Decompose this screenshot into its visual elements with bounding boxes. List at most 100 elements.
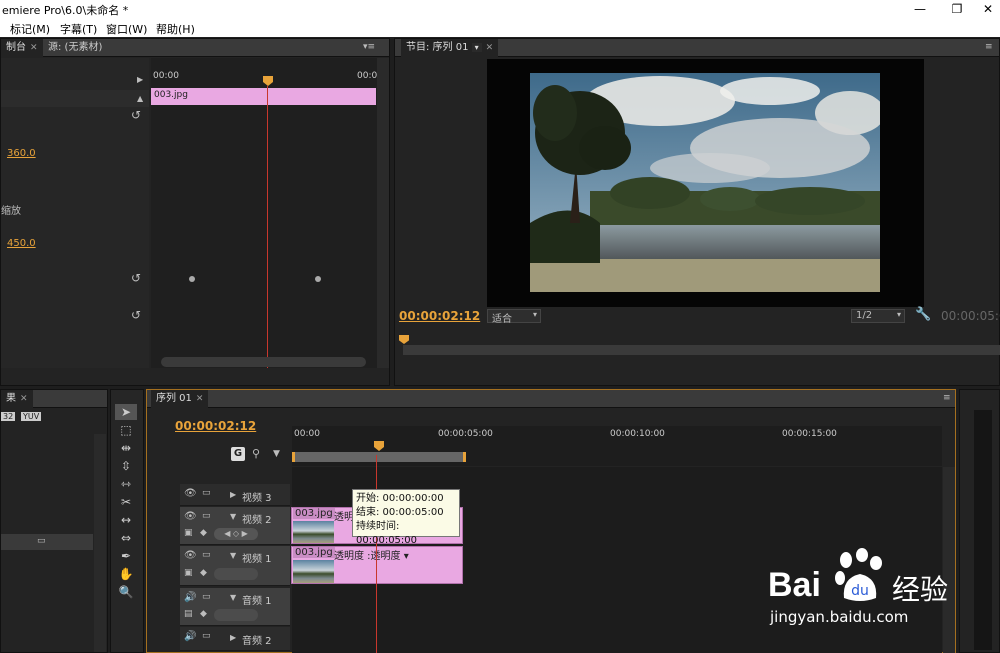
tab-sequence[interactable]: 序列 01 ✕ (151, 390, 209, 408)
ruler-label: 00:00 (294, 429, 320, 439)
effect-vertical-scrollbar[interactable] (377, 58, 389, 368)
effects-selected-row[interactable]: ▭ (1, 534, 93, 550)
keyframe-nav[interactable]: ◀ ◇ ▶ (214, 528, 258, 540)
lock-icon[interactable]: ▭ (202, 592, 211, 602)
collapse-up-icon[interactable]: ▲ (137, 94, 143, 103)
badge-32[interactable]: 32 (1, 412, 16, 421)
keyframe-nav[interactable] (214, 568, 258, 580)
keyframe-diamond-icon[interactable]: ◆ (200, 528, 207, 538)
time-end: 00:0 (357, 71, 378, 81)
close-icon[interactable]: ✕ (20, 394, 28, 404)
eye-icon[interactable]: 👁 (184, 511, 197, 522)
eye-icon[interactable]: 👁 (184, 488, 197, 499)
waveform-icon[interactable]: ▤ (184, 609, 193, 619)
scale-value[interactable]: 450.0 (7, 238, 36, 249)
program-monitor-panel: 节目: 序列 01 ▾ ✕ ≡ 00:00:02:12 适合 ▾ 1/2 ▾ 🔧… (394, 38, 1000, 419)
badge-yuv[interactable]: YUV (21, 412, 42, 421)
set-marker-icon[interactable]: ⚲ (252, 447, 260, 460)
effect-scrollbar[interactable] (161, 357, 366, 367)
work-area-bar[interactable] (292, 452, 466, 462)
close-button[interactable]: ✕ (968, 0, 1000, 18)
keyframe-diamond-icon[interactable]: ◆ (200, 568, 207, 578)
slide-icon[interactable]: ⇔ (115, 530, 137, 546)
program-timecode[interactable]: 00:00:02:12 (399, 309, 480, 323)
tab-program[interactable]: 节目: 序列 01 ▾ ✕ (401, 39, 499, 57)
razor-icon[interactable]: ✂ (115, 494, 137, 510)
track-label: 视频 3 (242, 493, 272, 504)
eye-icon[interactable]: 👁 (184, 550, 197, 561)
program-scrub-bar[interactable] (403, 345, 1000, 355)
pen-icon[interactable]: ✒ (115, 548, 137, 564)
chevron-down-icon[interactable]: ▾ (471, 43, 482, 52)
lock-icon[interactable]: ▭ (202, 511, 211, 521)
ruler-label: 00:00:15:00 (782, 429, 837, 439)
position-value[interactable]: 360.0 (7, 148, 36, 159)
fit-dropdown[interactable]: 适合 ▾ (487, 309, 541, 325)
zoom-icon[interactable]: 🔍 (115, 584, 137, 600)
sequence-timecode[interactable]: 00:00:02:12 (175, 419, 256, 433)
paw-logo-icon: du (835, 548, 882, 601)
clip-effect-label[interactable]: 透明度 :透明度 ▾ (334, 547, 409, 562)
ripple-edit-icon[interactable]: ⇹ (115, 440, 137, 456)
time-ruler[interactable]: 00:00 00:00:05:00 00:00:10:00 00:00:15:0… (292, 426, 942, 466)
collapse-down-icon[interactable]: ▼ (230, 593, 236, 602)
playhead-icon[interactable] (374, 441, 384, 451)
keyframe-diamond-icon[interactable]: ◆ (200, 609, 207, 619)
display-style-icon[interactable]: ▣ (184, 528, 193, 538)
menu-help[interactable]: 帮助(H) (156, 21, 195, 37)
lock-icon[interactable]: ▭ (202, 550, 211, 560)
minimize-button[interactable]: — (900, 0, 940, 18)
playhead-line (267, 86, 268, 368)
expand-right-icon[interactable]: ▶ (230, 633, 236, 642)
panel-menu-icon[interactable]: ≡ (985, 42, 993, 52)
property-row (1, 90, 149, 107)
rate-stretch-icon[interactable]: ⇿ (115, 476, 137, 492)
clip-effect-label: 透明 (334, 512, 354, 523)
clip-bar[interactable]: 003.jpg (151, 88, 376, 105)
close-icon[interactable]: ✕ (486, 43, 494, 53)
lock-icon[interactable]: ▭ (202, 488, 211, 498)
speaker-icon[interactable]: 🔊 (184, 631, 196, 642)
track-header-audio-2: 🔊 ▭ ▶ 音频 2 (180, 627, 290, 651)
effect-timeline: 00:00 00:0 003.jpg (151, 58, 377, 368)
collapse-down-icon[interactable]: ▼ (230, 512, 236, 521)
menu-marker[interactable]: 标记(M) (10, 21, 50, 37)
track-select-icon[interactable]: ⬚ (115, 422, 137, 438)
playhead-icon[interactable] (399, 335, 409, 344)
panel-menu-icon[interactable]: ≡ (943, 393, 951, 403)
reset-icon[interactable]: ↺ (131, 108, 141, 122)
lock-icon[interactable]: ▭ (202, 631, 211, 641)
slip-icon[interactable]: ↔ (115, 512, 137, 528)
expand-right-icon[interactable]: ▶ (137, 75, 143, 84)
program-monitor-header: 节目: 序列 01 ▾ ✕ ≡ (395, 39, 999, 57)
keyframe-icon[interactable] (315, 276, 321, 282)
tab-effects[interactable]: 果 ✕ (1, 390, 33, 408)
snap-icon[interactable]: G (231, 447, 245, 461)
track-header-video-3: 👁 ▭ ▶ 视频 3 (180, 484, 290, 506)
expand-right-icon[interactable]: ▶ (230, 490, 236, 499)
close-icon[interactable]: ✕ (30, 43, 38, 53)
resolution-dropdown[interactable]: 1/2 ▾ (851, 309, 905, 323)
clip-video-1[interactable]: 003.jpg 透明度 :透明度 ▾ (291, 546, 463, 584)
selection-tool-icon[interactable]: ➤ (115, 404, 137, 420)
display-style-icon[interactable]: ▣ (184, 568, 193, 578)
close-icon[interactable]: ✕ (196, 394, 204, 404)
speaker-icon[interactable]: 🔊 (184, 592, 196, 603)
rolling-edit-icon[interactable]: ⇳ (115, 458, 137, 474)
effects-header: 果 ✕ (1, 390, 107, 408)
reset-icon[interactable]: ↺ (131, 308, 141, 322)
tab-effect-controls[interactable]: 制台 ✕ (1, 39, 43, 57)
hand-icon[interactable]: ✋ (115, 566, 137, 582)
marker-icon[interactable]: ▼ (273, 449, 280, 459)
wrench-icon[interactable]: 🔧 (915, 307, 931, 322)
panel-menu-icon[interactable]: ▾≡ (363, 42, 375, 52)
keyframe-nav[interactable] (214, 609, 258, 621)
menu-title[interactable]: 字幕(T) (60, 21, 97, 37)
reset-icon[interactable]: ↺ (131, 271, 141, 285)
tab-source[interactable]: 源: (无素材) (43, 39, 107, 57)
playhead-icon[interactable] (263, 76, 273, 86)
keyframe-icon[interactable] (189, 276, 195, 282)
effects-scrollbar[interactable] (94, 434, 106, 652)
menu-window[interactable]: 窗口(W) (106, 21, 147, 37)
collapse-down-icon[interactable]: ▼ (230, 551, 236, 560)
